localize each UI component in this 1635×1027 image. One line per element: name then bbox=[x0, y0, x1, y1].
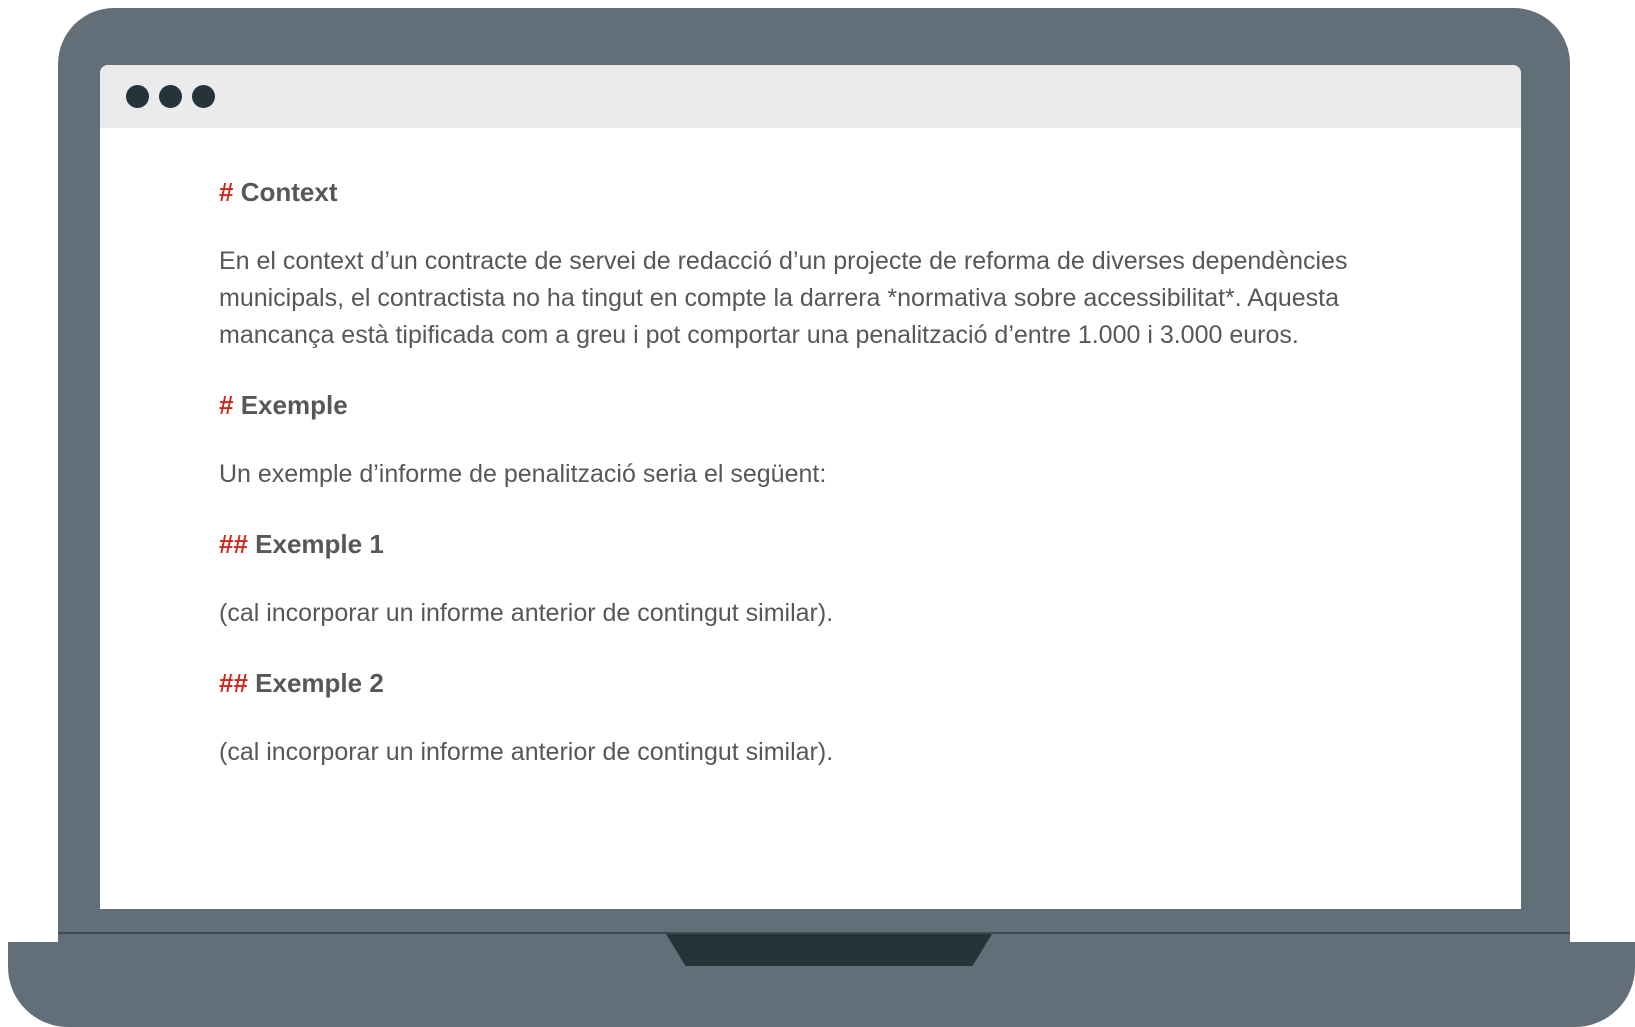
exemple-paragraph: Un exemple d’informe de penalització ser… bbox=[219, 460, 827, 488]
window-control-dot-minimize[interactable] bbox=[159, 85, 182, 108]
heading-marker: ## bbox=[219, 668, 248, 698]
heading-title: Exemple bbox=[240, 390, 348, 420]
browser-window: # Context En el context d’un contracte d… bbox=[100, 65, 1521, 909]
section-heading-exemple: # Exemple bbox=[219, 388, 1459, 422]
document-body: # Context En el context d’un contracte d… bbox=[219, 175, 1459, 771]
heading-title: Exemple 1 bbox=[255, 529, 384, 559]
heading-title: Context bbox=[240, 177, 338, 207]
heading-marker: # bbox=[219, 390, 234, 420]
exemple-2-paragraph: (cal incorporar un informe anterior de c… bbox=[219, 738, 834, 766]
window-control-dot-maximize[interactable] bbox=[192, 85, 215, 108]
laptop-notch bbox=[666, 934, 992, 966]
window-titlebar bbox=[100, 65, 1521, 128]
section-heading-context: # Context bbox=[219, 175, 1459, 209]
section-heading-exemple-1: ## Exemple 1 bbox=[219, 527, 1459, 561]
heading-title: Exemple 2 bbox=[255, 668, 384, 698]
exemple-1-paragraph: (cal incorporar un informe anterior de c… bbox=[219, 599, 834, 627]
laptop-frame: # Context En el context d’un contracte d… bbox=[0, 0, 1635, 1027]
laptop-hinge bbox=[58, 932, 1570, 934]
window-control-dot-close[interactable] bbox=[126, 85, 149, 108]
context-paragraph: En el context d’un contracte de servei d… bbox=[219, 247, 1348, 349]
heading-marker: ## bbox=[219, 529, 248, 559]
section-heading-exemple-2: ## Exemple 2 bbox=[219, 666, 1459, 700]
heading-marker: # bbox=[219, 177, 234, 207]
